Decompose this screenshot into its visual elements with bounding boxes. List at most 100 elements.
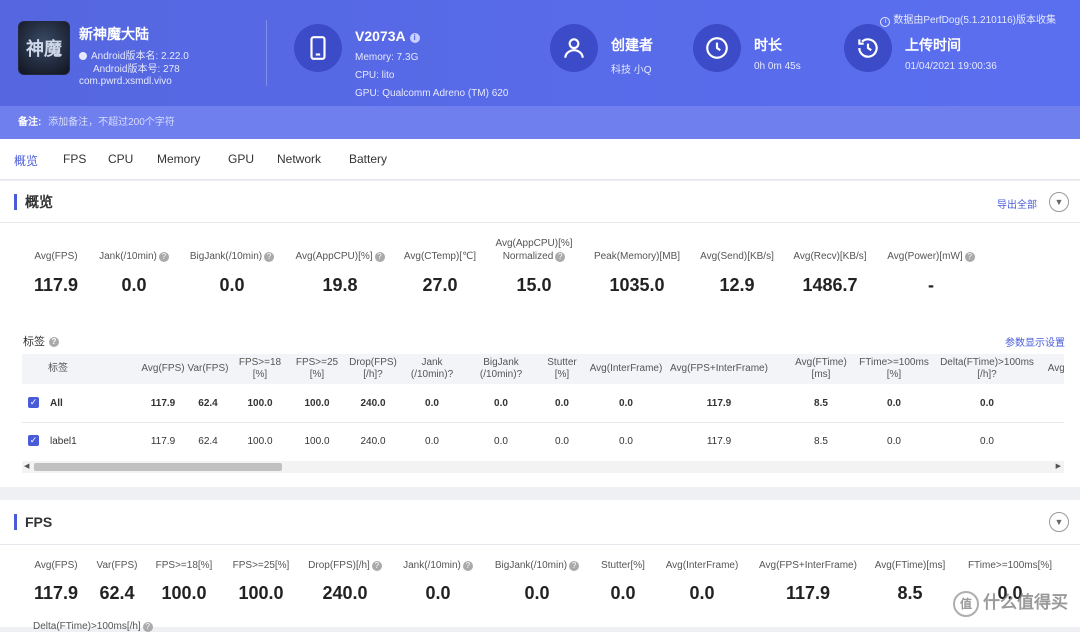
watermark-icon: 值 (953, 591, 979, 617)
stat-label-text: Avg(Power)[mW] (887, 251, 963, 262)
device-model: V2073A i (355, 28, 420, 44)
stat-label-text: Avg(FPS+InterFrame) (759, 560, 857, 571)
report-header: 神魔 新神魔大陆 Android版本名: 2.22.0 Android版本号: … (0, 0, 1080, 106)
table-cell: 0.0 (980, 398, 994, 409)
stat-value: 1486.7 (802, 275, 858, 295)
column-header-text: [%] (554, 369, 570, 380)
collapse-icon[interactable]: ▼ (1049, 512, 1069, 532)
table-cell: 8.5 (814, 398, 828, 409)
tags-title: 标签? (23, 333, 59, 349)
app-icon: 神魔 (18, 21, 70, 75)
column-header-line: FTime>=100ms (859, 357, 929, 368)
note-input[interactable]: 添加备注，不超过200个字符 (48, 117, 175, 128)
tab-network[interactable]: Network (277, 152, 321, 166)
stat-label-text: Avg(InterFrame) (665, 560, 739, 571)
column-header[interactable]: 标签 (22, 363, 108, 375)
stat-label-text: Jank(/10min) (99, 251, 157, 262)
help-icon[interactable]: ? (142, 622, 153, 632)
divider (0, 222, 1080, 223)
stat-label-text: Normalized (502, 251, 554, 262)
creator-title: 创建者 (611, 37, 653, 53)
stat-label: BigJank(/10min)? (172, 251, 292, 262)
help-icon[interactable]: ? (49, 337, 59, 347)
column-header-text: [/h] (977, 369, 992, 380)
stat-value: 0.0 (689, 583, 715, 603)
tab-memory[interactable]: Memory (157, 152, 200, 166)
table-row[interactable]: ✓ All 117.9 62.4 100.0 100.0 240.0 0.0 0.0 0.0 0.0… (22, 389, 1064, 419)
stat-label-text: Stutter[%] (601, 560, 645, 571)
history-icon (844, 24, 892, 72)
help-icon[interactable]: ? (964, 252, 975, 262)
device-memory: Memory: 7.3G (355, 52, 419, 63)
upload-value: 01/04/2021 19:00:36 (905, 61, 997, 72)
help-icon[interactable]: ? (158, 252, 169, 262)
creator-value: 科技 小Q (611, 65, 652, 76)
row-checkbox[interactable]: ✓ (28, 435, 39, 446)
tab-overview[interactable]: 概览 (14, 152, 38, 169)
header-divider (266, 20, 267, 86)
stat-value: 0.0 (121, 275, 147, 295)
stat-label-text: Avg(FTime)[ms] (874, 560, 946, 571)
scroll-right-icon[interactable]: ▶ (1056, 462, 1061, 470)
table-cell: 117.9 (706, 436, 732, 447)
row-checkbox[interactable]: ✓ (28, 397, 39, 408)
app-package: com.pwrd.xsmdl.vivo (79, 76, 172, 87)
tab-gpu[interactable]: GPU (228, 152, 254, 166)
collapse-icon[interactable]: ▼ (1049, 192, 1069, 212)
note-bar[interactable]: 备注: 添加备注，不超过200个字符 (0, 106, 1080, 139)
device-gpu: GPU: Qualcomm Adreno (TM) 620 (355, 88, 509, 99)
tab-fps[interactable]: FPS (63, 152, 86, 166)
column-header-line: 标签 (48, 363, 68, 374)
stat-label-text: Avg(AppCPU)[%] (495, 238, 573, 249)
table-cell: 0.0 (619, 398, 633, 409)
tab-bar: 概览 FPS CPU Memory GPU Network Battery (0, 139, 1080, 180)
tab-battery[interactable]: Battery (349, 152, 387, 166)
column-header-line: Avg(InterFrame) (589, 363, 663, 374)
stat-label-text: Avg(FPS) (34, 251, 78, 262)
android-icon (79, 52, 87, 60)
column-header[interactable]: Avg(InterFrame) (576, 363, 676, 375)
tab-cpu[interactable]: CPU (108, 152, 133, 166)
column-header[interactable]: Avg(FPS+InterFrame) (669, 363, 769, 375)
clock-icon (693, 24, 741, 72)
export-all-link[interactable]: 导出全部 (997, 196, 1037, 211)
column-header-text: [/h] (363, 369, 378, 380)
help-icon[interactable]: ? (991, 369, 997, 380)
stat-label: Avg(AppCPU)[%] (474, 238, 594, 249)
stat-label-text: Avg(Send)[KB/s] (700, 251, 774, 262)
tags-table: 标签 Avg(FPS) Var(FPS) FPS>=18 [%] FPS>=25 [%] Dr… (22, 354, 1064, 462)
divider (0, 544, 1080, 545)
column-header[interactable]: FTime>=100ms [%] (844, 357, 944, 381)
upload-title: 上传时间 (905, 37, 961, 53)
stat-label-text: FPS>=25[%] (232, 560, 290, 571)
duration-value: 0h 0m 45s (754, 61, 801, 72)
stat-label-text: Avg(AppCPU)[%] (295, 251, 373, 262)
param-settings-link[interactable]: 参数显示设置 (1005, 334, 1065, 349)
phone-icon (294, 24, 342, 72)
column-header-text: (/10min) (410, 369, 448, 380)
collector-note: i 数据由PerfDog(5.1.210116)版本收集 (880, 11, 1056, 27)
table-cell: 0.0 (887, 436, 901, 447)
column-header[interactable]: Avg( (1008, 363, 1064, 375)
fps-title: FPS (14, 514, 52, 530)
help-icon[interactable]: ? (264, 252, 275, 262)
stat-label-text: Jank(/10min) (403, 560, 461, 571)
scrollbar-thumb[interactable] (34, 463, 282, 471)
row-label: label1 (50, 436, 77, 447)
stat-value: 0.0 (219, 275, 245, 295)
table-row[interactable]: ✓ label1 117.9 62.4 100.0 100.0 240.0 0.0 0.0 0.0… (22, 427, 1064, 457)
stat-value: 117.9 (785, 583, 831, 603)
stat-label-text: Drop(FPS)[/h] (308, 560, 370, 571)
help-icon[interactable]: ? (555, 252, 566, 262)
column-header-line: [%] (844, 369, 944, 381)
stat-label-text: BigJank(/10min) (494, 560, 568, 571)
fps-panel: FPS ▼ Avg(FPS) 117.9 Var(FPS) 62.4 FPS>=18[%… (0, 500, 1080, 632)
scroll-left-icon[interactable]: ◀ (24, 462, 29, 470)
info-icon[interactable]: i (409, 33, 420, 43)
horizontal-scrollbar[interactable]: ◀ ▶ (22, 461, 1064, 473)
watermark-text: 什么值得买 (983, 593, 1068, 613)
table-cell: 0.0 (887, 398, 901, 409)
column-header-line: Avg(FPS+InterFrame) (670, 363, 768, 374)
help-icon[interactable]: ? (462, 561, 473, 571)
column-header-line: Avg( (1047, 363, 1064, 374)
